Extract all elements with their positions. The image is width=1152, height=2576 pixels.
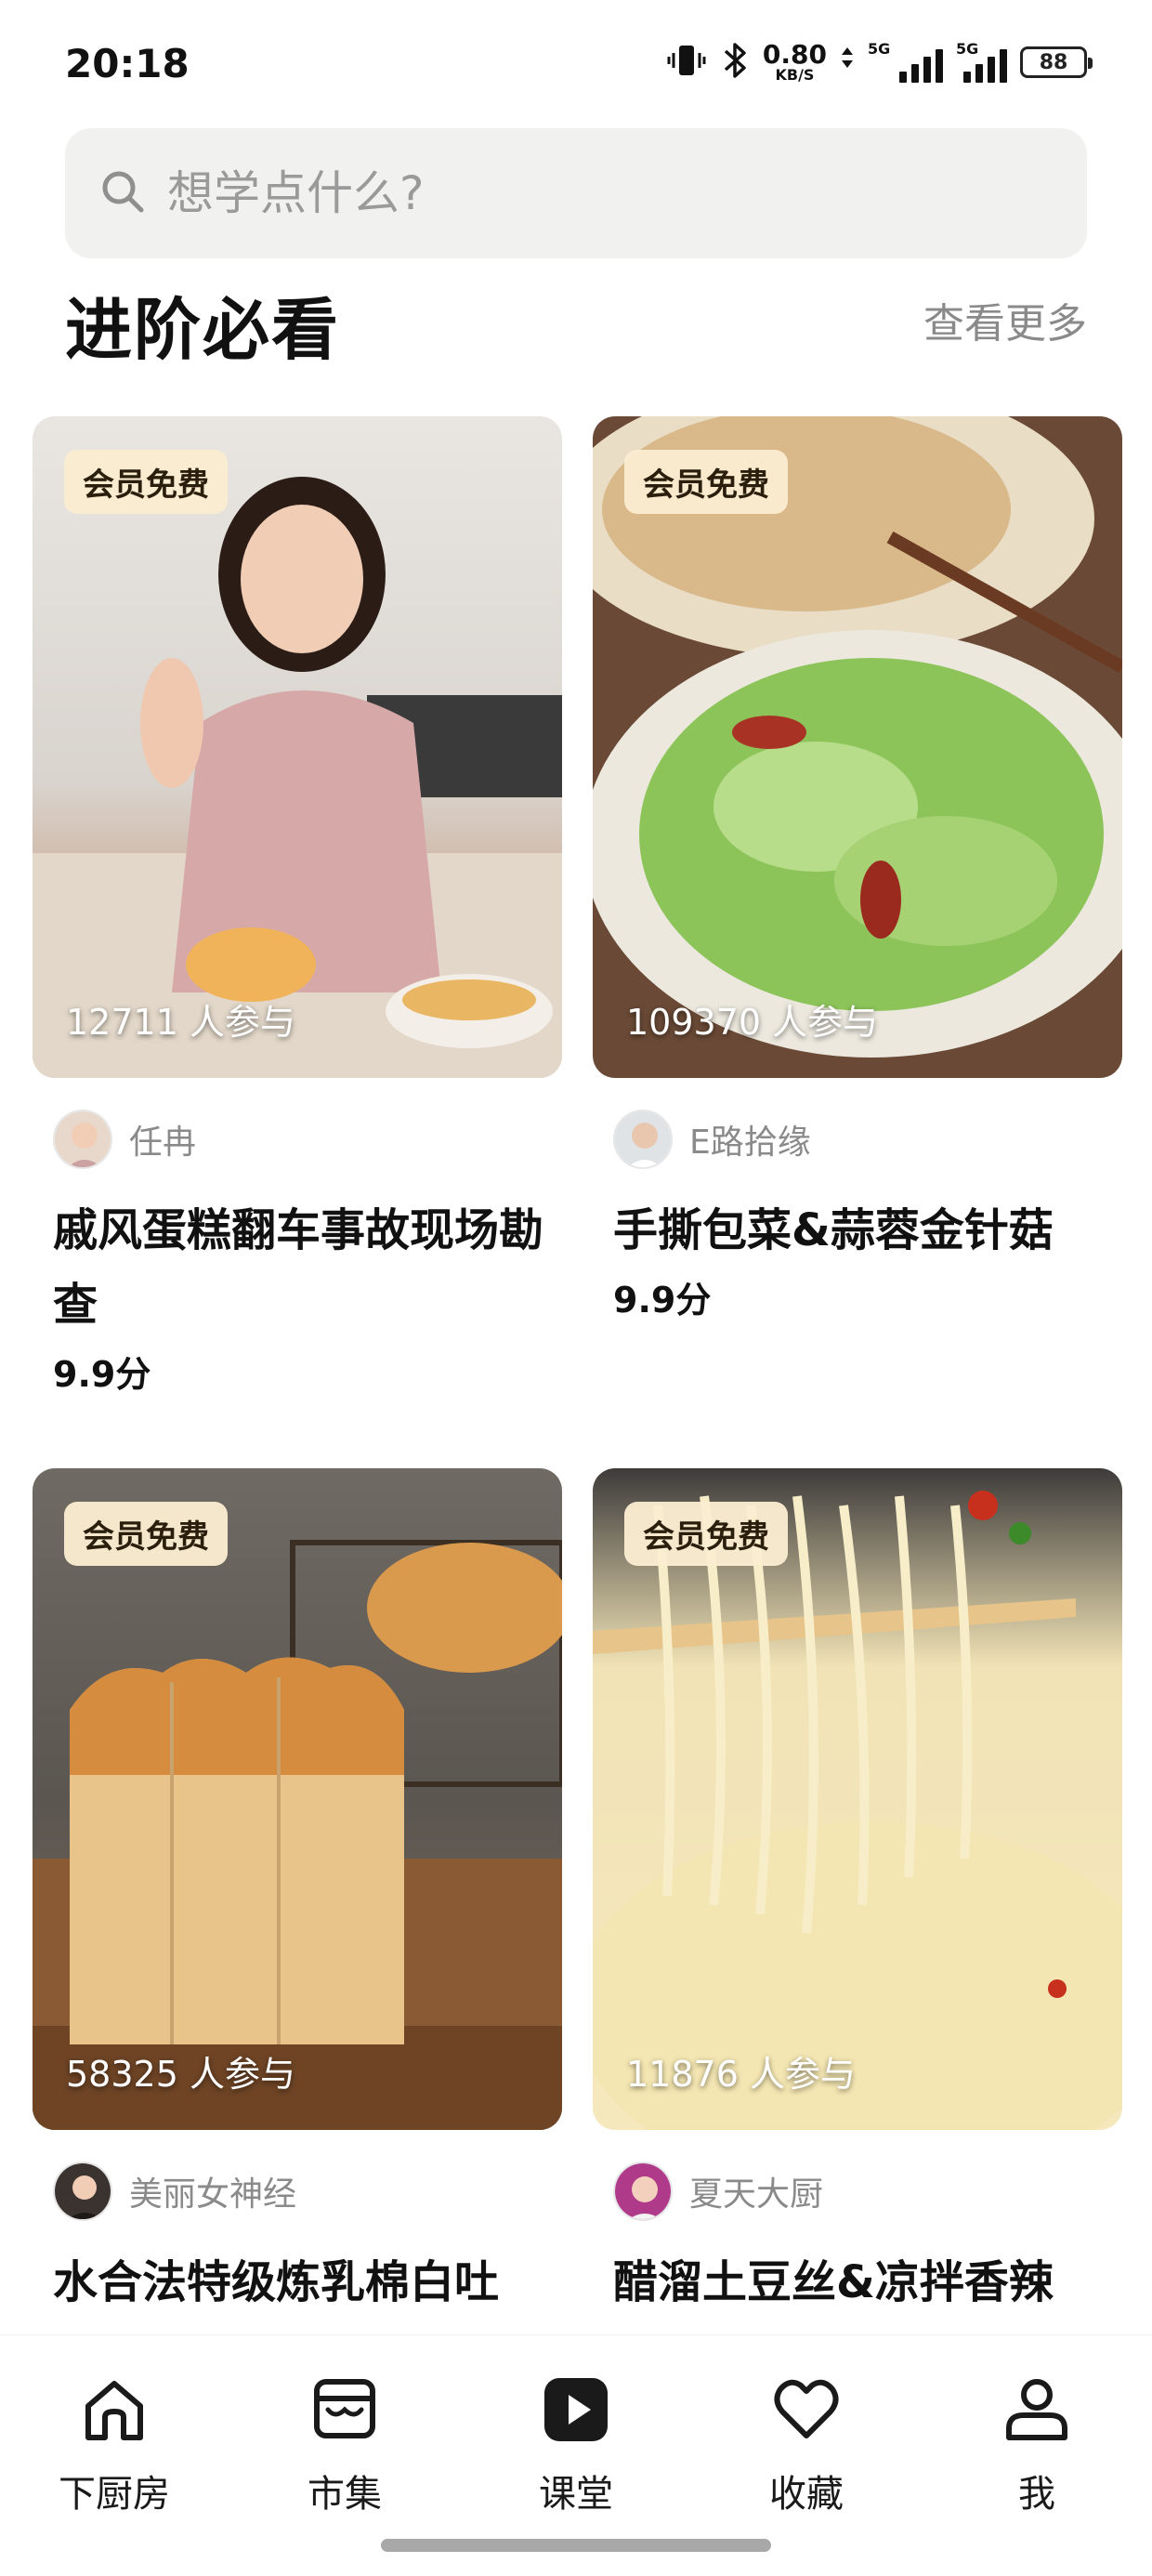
avatar <box>613 1110 673 1169</box>
data-arrows-icon <box>840 40 855 85</box>
course-thumbnail[interactable]: 会员免费 109370 人参与 <box>593 416 1122 1078</box>
nav-label: 我 <box>1018 2473 1055 2516</box>
author-name: E路拾缘 <box>689 1124 811 1162</box>
signal-icon-2: 5G <box>956 40 1007 83</box>
nav-label: 下厨房 <box>59 2473 170 2516</box>
signal-icon: 5G <box>868 40 943 83</box>
status-icons: 0.80 KB/S 5G 5G 88 <box>666 39 1093 85</box>
nav-item-market[interactable]: 市集 <box>252 2372 438 2517</box>
author-name: 任冉 <box>129 1124 197 1162</box>
author-row[interactable]: E路拾缘 <box>593 1110 1122 1169</box>
nav-item-home[interactable]: 下厨房 <box>21 2372 207 2517</box>
signal-label: 5G <box>868 40 891 58</box>
author-name: 美丽女神经 <box>129 2175 297 2214</box>
course-score: 9.9分 <box>613 1280 712 1321</box>
network-speed-value: 0.80 <box>762 39 827 70</box>
search-bar[interactable] <box>65 128 1087 258</box>
market-icon <box>308 2372 382 2451</box>
search-input[interactable] <box>167 166 1003 220</box>
course-thumbnail[interactable]: 会员免费 12711 人参与 <box>33 416 562 1078</box>
status-bar: 20:18 0.80 KB/S 5G 5G 88 <box>0 0 1152 130</box>
course-card[interactable]: 会员免费 12711 人参与 任冉 戚风蛋糕翻车事故现场勘查 9.9分 <box>33 416 562 1397</box>
participant-count: 12711 人参与 <box>66 1002 295 1043</box>
author-row[interactable]: 任冉 <box>33 1110 562 1169</box>
nav-item-favorites[interactable]: 收藏 <box>713 2372 899 2517</box>
avatar <box>53 2162 112 2221</box>
section-title: 进阶必看 <box>65 291 341 369</box>
avatar <box>53 1110 112 1169</box>
status-time: 20:18 <box>65 41 190 86</box>
course-score: 9.9分 <box>53 1354 151 1395</box>
course-thumbnail[interactable]: 会员免费 58325 人参与 <box>33 1468 562 2130</box>
author-name: 夏天大厨 <box>689 2175 824 2214</box>
battery-level: 88 <box>1039 50 1068 74</box>
nav-label: 收藏 <box>769 2473 844 2516</box>
heart-icon <box>769 2372 844 2451</box>
course-card[interactable]: 会员免费 58325 人参与 美丽女神经 水合法特级炼乳棉白吐 <box>33 1468 562 2320</box>
signal-label-2: 5G <box>956 40 979 58</box>
search-icon <box>98 167 147 219</box>
participant-count: 58325 人参与 <box>66 2054 295 2095</box>
video-play-icon <box>539 2372 613 2451</box>
participant-count: 11876 人参与 <box>626 2054 856 2095</box>
course-card[interactable]: 会员免费 109370 人参与 E路拾缘 手撕包菜&蒜蓉金针菇 9.9分 <box>593 416 1122 1322</box>
course-title[interactable]: 戚风蛋糕翻车事故现场勘查 <box>33 1193 562 1342</box>
course-title[interactable]: 水合法特级炼乳棉白吐 <box>33 2245 562 2320</box>
member-free-badge: 会员免费 <box>624 1502 788 1566</box>
course-title[interactable]: 手撕包菜&蒜蓉金针菇 <box>593 1193 1122 1268</box>
person-icon <box>1000 2372 1074 2451</box>
network-speed-unit: KB/S <box>775 66 815 84</box>
network-speed: 0.80 KB/S <box>763 42 827 83</box>
author-row[interactable]: 夏天大厨 <box>593 2162 1122 2221</box>
battery-icon: 88 <box>1020 46 1093 78</box>
nav-label: 市集 <box>308 2473 382 2516</box>
nav-label: 课堂 <box>539 2473 613 2516</box>
member-free-badge: 会员免费 <box>624 450 788 514</box>
nav-item-class[interactable]: 课堂 <box>483 2372 669 2517</box>
nav-item-me[interactable]: 我 <box>944 2372 1130 2517</box>
home-icon <box>77 2372 151 2451</box>
course-thumbnail[interactable]: 会员免费 11876 人参与 <box>593 1468 1122 2130</box>
avatar <box>613 2162 673 2221</box>
course-title[interactable]: 醋溜土豆丝&凉拌香辣 <box>593 2245 1122 2320</box>
member-free-badge: 会员免费 <box>64 450 228 514</box>
author-row[interactable]: 美丽女神经 <box>33 2162 562 2221</box>
home-indicator[interactable] <box>381 2539 771 2552</box>
vibrate-icon <box>666 40 707 85</box>
see-more-link[interactable]: 查看更多 <box>923 290 1087 349</box>
participant-count: 109370 人参与 <box>626 1002 879 1043</box>
member-free-badge: 会员免费 <box>64 1502 228 1566</box>
bluetooth-icon <box>720 40 750 85</box>
course-card[interactable]: 会员免费 11876 人参与 夏天大厨 醋溜土豆丝&凉拌香辣 <box>593 1468 1122 2320</box>
